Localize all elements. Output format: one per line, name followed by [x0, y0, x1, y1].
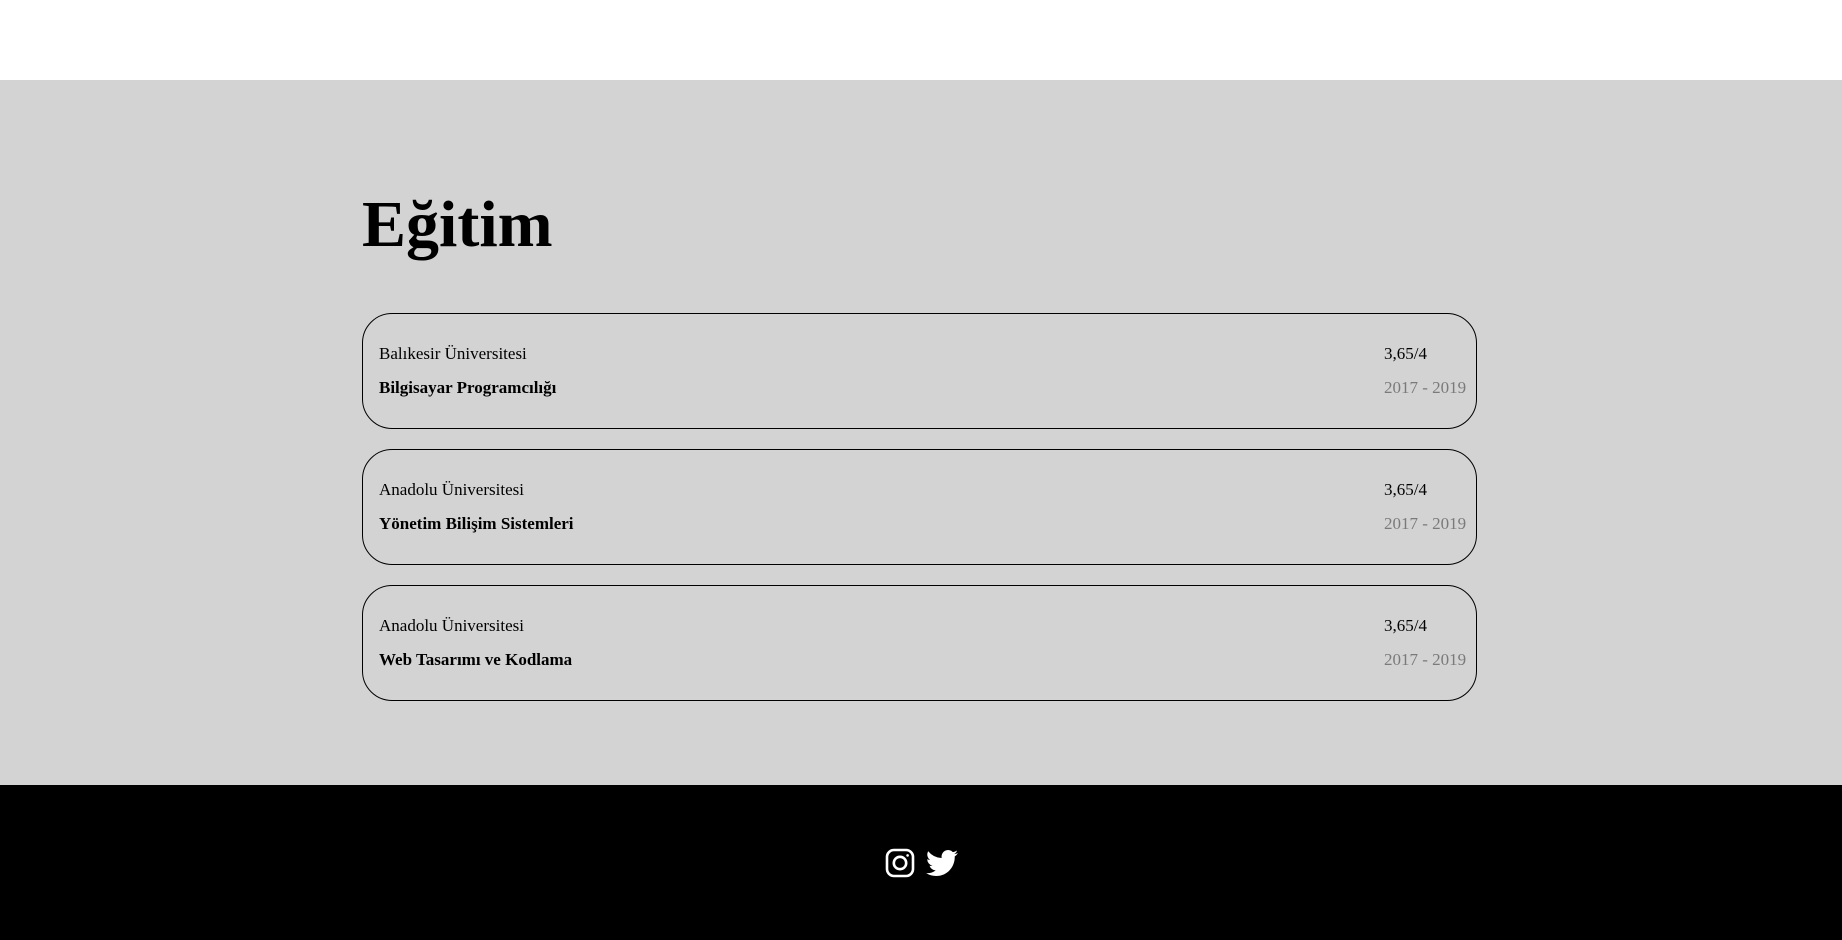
education-card: Anadolu Üniversitesi Web Tasarımı ve Kod…	[362, 585, 1477, 701]
top-bar	[0, 0, 1842, 80]
instagram-icon[interactable]	[884, 847, 916, 879]
years: 2017 - 2019	[1384, 514, 1467, 533]
school-name: Anadolu Üniversitesi	[379, 616, 524, 635]
education-card: Anadolu Üniversitesi Yönetim Bilişim Sis…	[362, 449, 1477, 565]
department-name: Bilgisayar Programcılığı	[379, 378, 557, 397]
department-name: Yönetim Bilişim Sistemleri	[379, 514, 574, 533]
twitter-icon[interactable]	[926, 847, 958, 879]
education-list: Balıkesir Üniversitesi Bilgisayar Progra…	[362, 313, 1477, 721]
years: 2017 - 2019	[1384, 650, 1467, 669]
gpa: 3,65/4	[1384, 480, 1427, 499]
department-name: Web Tasarımı ve Kodlama	[379, 650, 573, 669]
years: 2017 - 2019	[1384, 378, 1467, 397]
education-card: Balıkesir Üniversitesi Bilgisayar Progra…	[362, 313, 1477, 429]
school-name: Anadolu Üniversitesi	[379, 480, 524, 499]
education-section: Eğitim Balıkesir Üniversitesi Bilgisayar…	[0, 80, 1842, 785]
footer	[0, 785, 1842, 940]
gpa: 3,65/4	[1384, 344, 1427, 363]
school-name: Balıkesir Üniversitesi	[379, 344, 527, 363]
section-title: Eğitim	[362, 188, 553, 261]
gpa: 3,65/4	[1384, 616, 1427, 635]
